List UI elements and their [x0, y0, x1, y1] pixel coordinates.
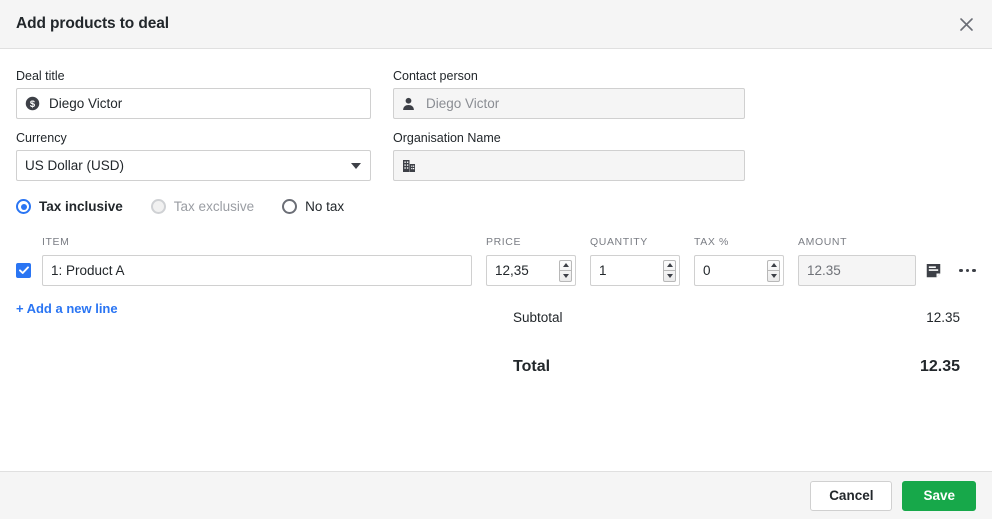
building-icon [402, 159, 420, 173]
form-gap-1 [371, 69, 393, 119]
subtotal-row: Subtotal 12.35 [16, 310, 976, 325]
quantity-stepper[interactable] [663, 260, 676, 282]
dialog-body: Deal title $ Diego Victor Contact person [0, 49, 992, 471]
page-title: Add products to deal [16, 15, 169, 33]
deal-title-label: Deal title [16, 69, 371, 83]
chevron-down-icon [351, 163, 361, 169]
radio-no-tax[interactable]: No tax [282, 199, 344, 214]
row-actions [916, 263, 976, 278]
dialog-header: Add products to deal [0, 0, 992, 49]
contact-person-label: Contact person [393, 69, 745, 83]
quantity-input[interactable]: 1 [590, 255, 680, 286]
total-row: Total 12.35 [16, 358, 976, 376]
total-value: 12.35 [920, 358, 960, 376]
price-value: 12,35 [495, 263, 529, 278]
deal-form: Deal title $ Diego Victor Contact person [16, 69, 976, 181]
tax-percent-value: 0 [703, 263, 711, 278]
deal-title-input[interactable]: $ Diego Victor [16, 88, 371, 119]
amount-field: 12.35 [798, 255, 916, 286]
line-items-table: ITEM PRICE QUANTITY TAX % AMOUNT [16, 236, 976, 318]
row-checkbox[interactable] [16, 263, 31, 278]
quantity-stepper-up[interactable] [664, 261, 675, 272]
deal-title-value: Diego Victor [49, 96, 122, 112]
add-new-line-button[interactable]: + Add a new line [16, 301, 118, 316]
deal-title-field: Deal title $ Diego Victor [16, 69, 371, 119]
plus-icon: + [16, 301, 24, 316]
add-products-dialog: Add products to deal Deal title $ [0, 0, 992, 519]
currency-value: US Dollar (USD) [25, 158, 124, 174]
currency-select[interactable]: US Dollar (USD) [16, 150, 371, 181]
subtotal-value: 12.35 [926, 310, 960, 325]
radio-tax-exclusive: Tax exclusive [151, 199, 254, 214]
row-select-cell [16, 263, 42, 278]
column-header-price: PRICE [486, 236, 576, 255]
organisation-field: Organisation Name [393, 131, 745, 181]
radio-indicator-tax-exclusive [151, 199, 166, 214]
form-gap-2 [371, 131, 393, 181]
column-header-item: ITEM [42, 236, 472, 255]
contact-person-field: Contact person Diego Victor [393, 69, 745, 119]
currency-field: Currency US Dollar (USD) [16, 131, 371, 181]
svg-text:$: $ [30, 99, 36, 109]
cancel-button[interactable]: Cancel [810, 481, 892, 511]
column-header-quantity: QUANTITY [590, 236, 680, 255]
add-new-line-label: Add a new line [27, 301, 118, 316]
quantity-stepper-down[interactable] [664, 271, 675, 281]
radio-label-tax-exclusive: Tax exclusive [174, 199, 254, 214]
subtotal-label: Subtotal [513, 310, 563, 325]
radio-tax-inclusive[interactable]: Tax inclusive [16, 199, 123, 214]
contact-person-value: Diego Victor [426, 96, 499, 112]
column-header-amount: AMOUNT [798, 236, 916, 255]
radio-label-tax-inclusive: Tax inclusive [39, 199, 123, 214]
table-row: 1: Product A 12,35 1 [16, 255, 976, 286]
radio-label-no-tax: No tax [305, 199, 344, 214]
tax-mode-radio-group: Tax inclusive Tax exclusive No tax [16, 199, 976, 214]
tax-percent-stepper-up[interactable] [768, 261, 779, 272]
table-header-row: ITEM PRICE QUANTITY TAX % AMOUNT [16, 236, 976, 255]
save-button[interactable]: Save [902, 481, 976, 511]
organisation-label: Organisation Name [393, 131, 745, 145]
dollar-circle-icon: $ [25, 96, 43, 111]
total-label: Total [513, 358, 550, 376]
tax-percent-stepper[interactable] [767, 260, 780, 282]
contact-person-input[interactable]: Diego Victor [393, 88, 745, 119]
currency-label: Currency [16, 131, 371, 145]
person-icon [402, 97, 420, 111]
note-icon[interactable] [926, 263, 941, 278]
tax-percent-stepper-down[interactable] [768, 271, 779, 281]
close-icon[interactable] [952, 10, 980, 38]
radio-indicator-tax-inclusive [16, 199, 31, 214]
price-stepper-up[interactable] [560, 261, 571, 272]
price-stepper-down[interactable] [560, 271, 571, 281]
column-header-tax: TAX % [694, 236, 784, 255]
price-stepper[interactable] [559, 260, 572, 282]
organisation-input[interactable] [393, 150, 745, 181]
tax-percent-input[interactable]: 0 [694, 255, 784, 286]
more-options-icon[interactable] [959, 269, 976, 273]
radio-indicator-no-tax [282, 199, 297, 214]
item-input[interactable]: 1: Product A [42, 255, 472, 286]
quantity-value: 1 [599, 263, 607, 278]
totals-section: Subtotal 12.35 Total 12.35 [16, 310, 976, 376]
dialog-footer: Cancel Save [0, 471, 992, 519]
price-input[interactable]: 12,35 [486, 255, 576, 286]
